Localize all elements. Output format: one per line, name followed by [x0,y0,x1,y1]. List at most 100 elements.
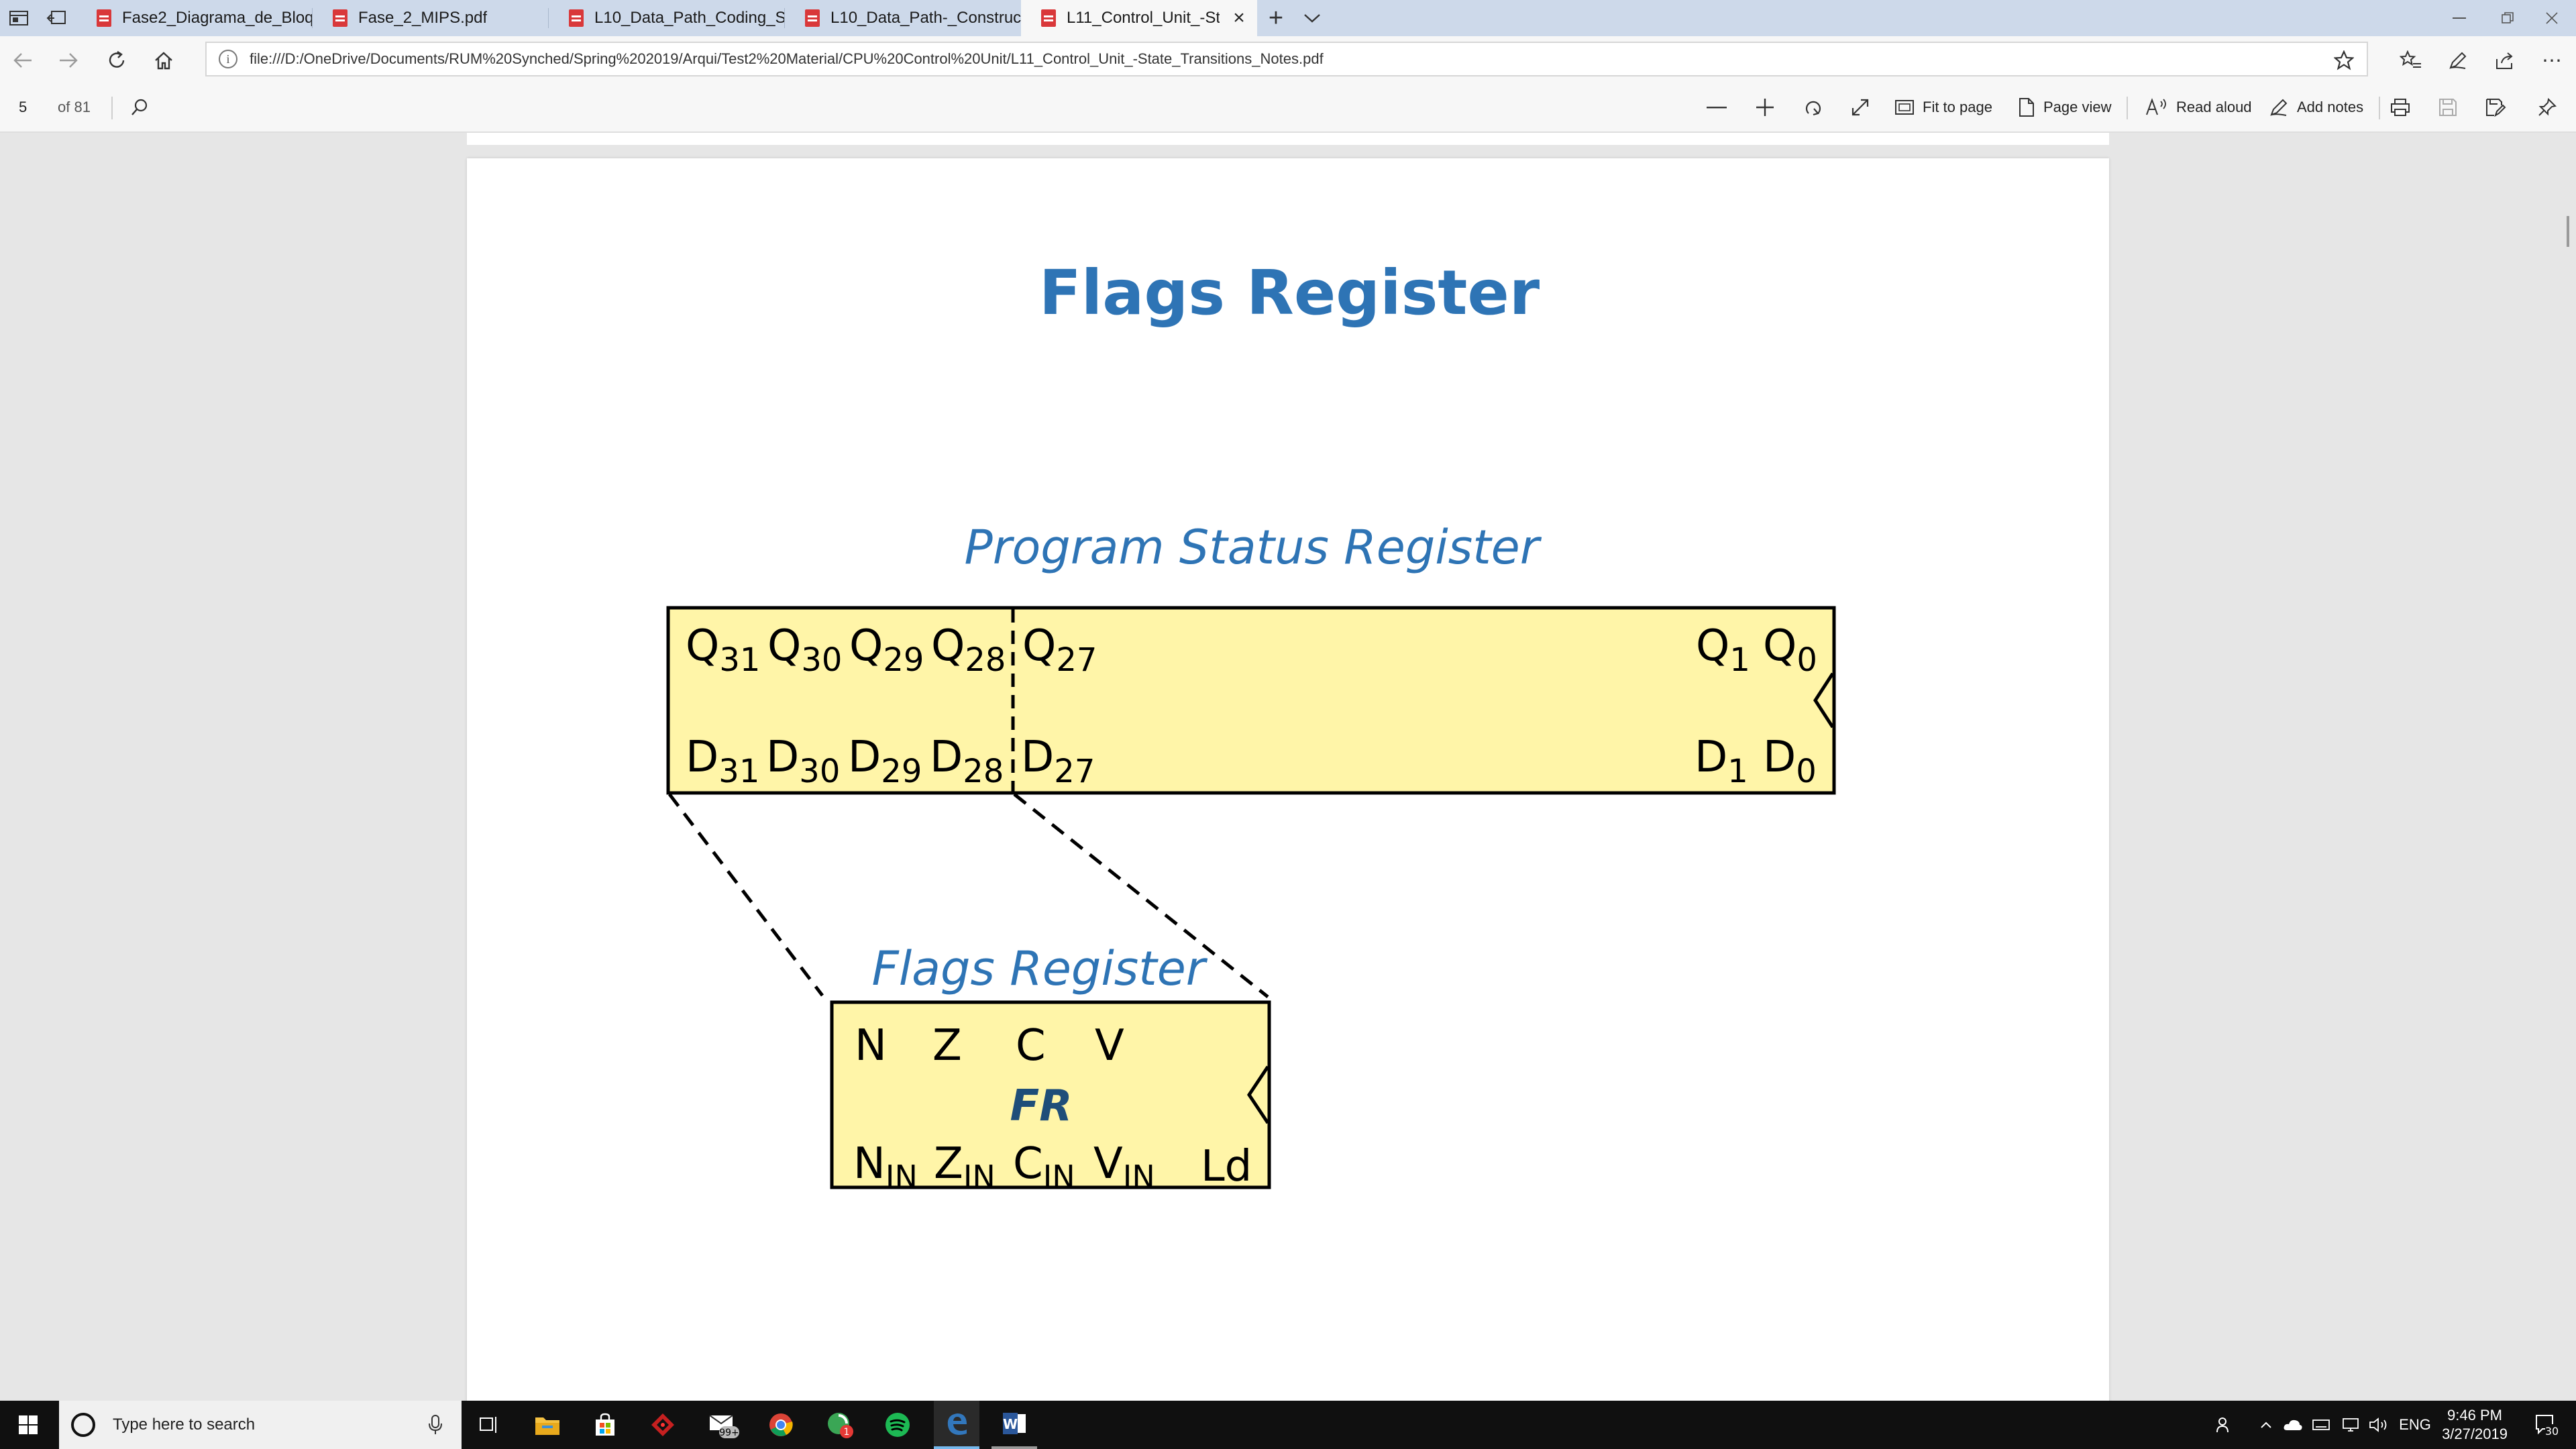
add-notes-button[interactable]: Add notes [2269,83,2363,131]
full-screen-icon[interactable] [1850,83,1878,131]
volume-icon[interactable] [2365,1401,2392,1449]
tab-label: L10_Data_Path-_Constructic [830,9,1021,27]
tab-label: Fase2_Diagrama_de_Bloque [122,9,313,27]
language-indicator[interactable]: ENG [2398,1401,2432,1449]
page-view-icon [2019,98,2034,117]
slide-title: Flags Register [1039,257,1540,329]
cortana-icon [71,1413,95,1437]
scrollbar-thumb[interactable] [2567,216,2569,247]
home-icon[interactable] [148,44,180,76]
add-notes-icon [2270,99,2288,116]
action-center-icon[interactable]: 30 [2526,1401,2567,1449]
address-url[interactable]: file:///D:/OneDrive/Documents/RUM%20Sync… [250,43,1324,75]
pdf-file-icon [805,9,820,27]
fr-output-c: C [1016,1021,1046,1071]
windows-start-icon[interactable] [0,1401,56,1449]
fr-output-v: V [1095,1021,1124,1071]
pdf-file-icon [333,9,347,27]
favorites-icon[interactable] [2395,44,2427,76]
tab-1[interactable]: Fase2_Diagrama_de_Bloque [76,0,313,36]
taskbar-search-box[interactable]: Type here to search [59,1401,462,1449]
tabs-aside-icon[interactable] [4,5,34,31]
app-badge: 1 [844,1427,850,1438]
fr-name: FR [1010,1081,1073,1131]
read-aloud-label: Read aloud [2176,99,2252,115]
store-icon[interactable] [585,1401,625,1449]
save-icon[interactable] [2438,83,2466,131]
tab-3[interactable]: L10_Data_Path_Coding_Stat [549,0,785,36]
tab-bar: Fase2_Diagrama_de_Bloque Fase_2_MIPS.pdf… [0,0,2576,36]
tab-4[interactable]: L10_Data_Path-_Constructic [785,0,1021,36]
clock-date: 3/27/2019 [2442,1426,2508,1442]
back-icon[interactable] [7,44,39,76]
toolbar-divider [2379,97,2380,119]
info-icon[interactable]: i [219,50,237,68]
tab-preview-chevron-icon[interactable] [1297,5,1327,31]
pen-notes-icon[interactable] [2442,44,2474,76]
clock-time: 9:46 PM [2447,1407,2502,1424]
zoom-in-icon[interactable] [1755,83,1783,131]
restore-icon[interactable] [2483,0,2532,36]
search-icon[interactable] [130,83,157,131]
task-view-icon[interactable] [468,1401,508,1449]
connector-left [668,793,824,997]
save-as-icon[interactable] [2485,83,2514,131]
network-icon[interactable] [2337,1401,2364,1449]
more-menu-icon[interactable]: ⋯ [2536,44,2568,76]
read-aloud-button[interactable]: Read aloud [2145,83,2252,131]
fr-output-z: Z [932,1021,962,1071]
tray-chevron-up-icon[interactable] [2254,1401,2278,1449]
forward-icon[interactable] [52,44,85,76]
page-total: of 81 [58,99,91,115]
tab-2[interactable]: Fase_2_MIPS.pdf [313,0,549,36]
fr-title: Flags Register [871,941,1208,996]
pdf-toolbar: 5 of 81 Fit to page Page view Read aloud… [0,83,2576,133]
tab-active[interactable]: L11_Control_Unit_-State × [1021,0,1257,36]
edge-browser-icon[interactable] [934,1401,979,1449]
app-with-badge-icon[interactable]: 1 [820,1401,860,1449]
new-tab-icon[interactable]: + [1261,4,1291,32]
people-icon[interactable] [2211,1401,2238,1449]
microphone-icon[interactable] [428,1414,443,1436]
taskbar: Type here to search 99+ 1 W ENG 9:46 PM … [0,1401,2576,1449]
print-icon[interactable] [2390,83,2419,131]
onedrive-cloud-icon[interactable] [2279,1401,2306,1449]
word-icon[interactable]: W [991,1401,1037,1449]
read-aloud-icon [2146,98,2166,115]
pin-toolbar-icon[interactable] [2537,83,2565,131]
mail-icon[interactable]: 99+ [700,1401,747,1449]
psr-title: Program Status Register [964,520,1542,575]
toolbar-divider [111,97,113,119]
file-explorer-icon[interactable] [527,1401,568,1449]
pdf-viewer[interactable]: Flags Register Program Status Register Q… [0,133,2576,1401]
refresh-icon[interactable] [101,44,133,76]
input-method-icon[interactable] [2308,1401,2334,1449]
page-view-label: Page view [2043,99,2112,115]
share-icon[interactable] [2489,44,2521,76]
close-tab-icon[interactable]: × [1229,8,1249,28]
psr-register-box [666,606,1836,795]
rotate-icon[interactable] [1803,83,1831,131]
zoom-out-icon[interactable] [1707,83,1735,131]
minimize-icon[interactable] [2435,0,2483,36]
set-tabs-aside-icon[interactable] [42,5,71,31]
pdf-file-icon [1041,9,1056,27]
previous-page-edge [467,133,2109,145]
fit-to-page-label: Fit to page [1923,99,1992,115]
spotify-icon[interactable] [877,1401,918,1449]
pdf-page: Flags Register Program Status Register Q… [467,158,2109,1401]
favorite-star-icon[interactable] [2328,44,2360,76]
address-bar[interactable]: i file:///D:/OneDrive/Documents/RUM%20Sy… [205,42,2368,76]
pdf-file-icon [569,9,584,27]
close-window-icon[interactable] [2528,0,2576,36]
clock[interactable]: 9:46 PM 3/27/2019 [2438,1406,2512,1444]
mail-badge: 99+ [719,1428,739,1438]
page-number-input[interactable]: 5 [19,83,27,131]
fit-to-page-button[interactable]: Fit to page [1894,83,1992,131]
tab-label: L10_Data_Path_Coding_Stat [594,9,785,27]
page-view-button[interactable]: Page view [2018,83,2112,131]
red-app-icon[interactable] [643,1401,683,1449]
tab-label: L11_Control_Unit_-State [1067,9,1220,27]
chrome-icon[interactable] [761,1401,801,1449]
add-notes-label: Add notes [2297,99,2364,115]
